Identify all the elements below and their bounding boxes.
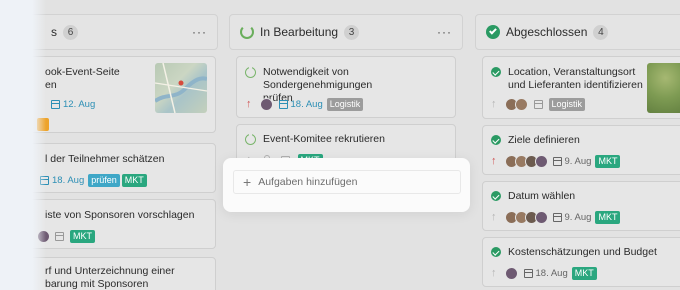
tag-logistik: Logistik — [548, 97, 586, 111]
task-count-badge: 4 — [593, 24, 609, 40]
task-title-line: Ziele definieren — [508, 134, 580, 146]
completed-icon — [491, 191, 501, 201]
calendar-icon — [533, 99, 543, 109]
completed-icon — [491, 135, 501, 145]
column-title: s — [51, 25, 57, 39]
calendar-icon — [55, 231, 64, 241]
calendar-icon — [552, 156, 562, 166]
more-options-icon[interactable]: ··· — [437, 25, 452, 39]
tag-mkt: MKT — [595, 154, 621, 168]
plus-icon: + — [243, 174, 252, 190]
in-progress-icon — [245, 66, 256, 78]
task-title-line: Kostenschätzungen und Budget — [508, 246, 657, 258]
priority-icon: ↑ — [491, 98, 497, 110]
column-done: Abgeschlossen 4 — [475, 14, 680, 50]
in-progress-icon — [245, 133, 256, 145]
task-title-line: iste von Sponsoren vorschlagen — [45, 209, 195, 221]
add-task-button[interactable]: + Aufgaben hinzufügen — [233, 170, 461, 194]
task-title-line: Event-Komitee rekrutieren — [263, 133, 385, 145]
task-title-line: und Lieferanten identifizieren — [508, 79, 643, 91]
more-options-icon[interactable]: ··· — [192, 25, 207, 39]
completed-icon — [491, 67, 501, 77]
tag-mkt: MKT — [571, 266, 597, 280]
avatar — [534, 154, 548, 168]
column-header[interactable]: In Bearbeitung 3 ··· — [229, 14, 463, 50]
task-title-line: ook-Event-Seite — [45, 66, 120, 78]
tag-logistik: Logistik — [326, 97, 364, 111]
column-header[interactable]: Abgeschlossen 4 — [475, 14, 680, 50]
task-card[interactable]: Location, Veranstaltungsort und Lieferan… — [482, 56, 680, 119]
due-date: 18. Aug — [535, 267, 568, 279]
tag-mkt: MKT — [121, 173, 147, 187]
progress-status-icon — [240, 25, 254, 39]
priority-high-icon: ↑ — [246, 98, 252, 110]
task-title-line: l der Teilnehmer schätzen — [45, 153, 165, 165]
calendar-icon — [552, 212, 562, 222]
task-title-line: en — [45, 79, 57, 91]
due-date: 9. Aug — [564, 155, 592, 167]
calendar-icon — [523, 268, 533, 278]
priority-icon: ↑ — [491, 211, 497, 223]
task-card[interactable]: Kostenschätzungen und Budget ↑ 18. Aug M… — [482, 237, 680, 287]
tag-mkt: MKT — [70, 229, 95, 243]
task-card[interactable]: Notwendigkeit von Sondergenehmigungen pr… — [236, 56, 456, 118]
task-title-line: Notwendigkeit von Sondergenehmigungen — [263, 66, 373, 91]
add-task-label: Aufgaben hinzufügen — [258, 176, 358, 188]
due-date: 18. Aug — [290, 98, 323, 110]
avatar — [259, 97, 273, 111]
avatar — [514, 97, 528, 111]
park-thumbnail[interactable] — [647, 63, 680, 113]
calendar-icon — [51, 99, 60, 109]
avatar — [504, 266, 518, 280]
task-count-badge: 3 — [344, 24, 360, 40]
due-date: 18. Aug — [52, 174, 85, 186]
task-card[interactable]: Datum wählen ↑ 9. Aug MKT — [482, 181, 680, 231]
task-title-line: rf und Unterzeichnung einer — [45, 265, 175, 277]
calendar-icon — [278, 99, 288, 109]
map-thumbnail[interactable] — [155, 63, 207, 113]
priority-high-icon: ↑ — [491, 155, 497, 167]
due-date: 9. Aug — [564, 211, 592, 223]
task-title-line: Location, Veranstaltungsort — [508, 66, 636, 78]
tag-mkt: MKT — [595, 210, 621, 224]
due-date: 12. Aug — [63, 98, 96, 110]
priority-icon: ↑ — [491, 267, 497, 279]
avatar — [534, 210, 548, 224]
completed-icon — [491, 247, 501, 257]
task-title-line: Datum wählen — [508, 190, 576, 202]
column-title: In Bearbeitung — [260, 25, 339, 39]
left-edge-overlay — [0, 0, 46, 290]
column-title: Abgeschlossen — [506, 25, 588, 39]
kanban-board: s 6 ··· ook-Event-Seite en 12. Aug l der… — [0, 0, 680, 290]
task-count-badge: 6 — [63, 24, 78, 40]
add-task-panel: + Aufgaben hinzufügen — [223, 158, 470, 212]
done-status-icon — [486, 25, 500, 39]
column-in-progress: In Bearbeitung 3 ··· — [229, 14, 463, 50]
task-card[interactable]: Ziele definieren ↑ 9. Aug MKT — [482, 125, 680, 175]
task-title-line: barung mit Sponsoren — [45, 278, 149, 290]
tag-pruefen: prüfen — [88, 173, 120, 187]
